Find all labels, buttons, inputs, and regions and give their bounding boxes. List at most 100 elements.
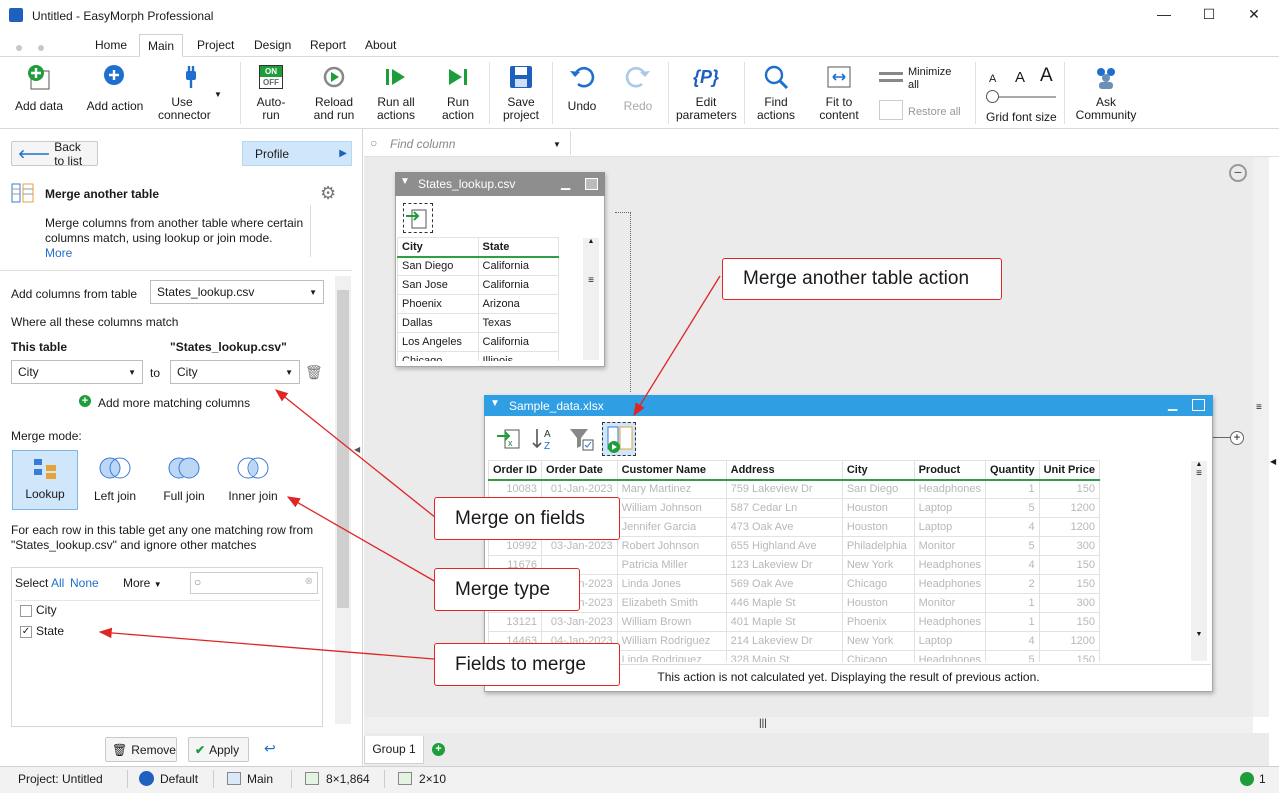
select-all-link[interactable]: All (51, 576, 64, 590)
apply-button[interactable]: ✔ Apply (188, 737, 249, 762)
run-all-button[interactable]: Run all actions (372, 62, 420, 122)
chevron-down-icon[interactable]: ▼ (553, 140, 561, 149)
callout-merge-action: Merge another table action (722, 258, 1002, 300)
add-more-columns-link[interactable]: Add more matching columns (98, 396, 250, 410)
column-header[interactable]: State (477, 237, 559, 258)
tab-project[interactable]: Project (189, 34, 242, 57)
redo-button[interactable]: Redo (618, 62, 658, 113)
back-to-list-button[interactable]: 🡐 Back to list (11, 140, 98, 168)
expand-panel-icon[interactable]: ◀ (1270, 457, 1276, 466)
full-join-button[interactable]: Full join (156, 456, 212, 503)
minimize-button[interactable]: — (1154, 6, 1174, 26)
column-header[interactable]: Quantity (984, 460, 1040, 481)
select-none-link[interactable]: None (70, 576, 99, 590)
tab-group-1[interactable]: Group 1 (364, 736, 424, 764)
minimize-window-icon[interactable]: ▁ (561, 176, 570, 190)
left-join-button[interactable]: Left join (88, 456, 142, 503)
more-menu-button[interactable]: More ▼ (123, 576, 162, 590)
canvas-vscrollbar[interactable] (1253, 157, 1269, 717)
filter-icon[interactable] (568, 426, 596, 452)
column-header[interactable]: Product (913, 460, 986, 481)
ribbon-separator (975, 62, 976, 124)
minimize-window-icon[interactable]: ▁ (1168, 397, 1177, 411)
minimize-all-button[interactable]: Minimize all (908, 66, 960, 92)
tab-design[interactable]: Design (246, 34, 299, 57)
collapse-panel-icon[interactable]: ◀ (354, 445, 360, 454)
scroll-up-icon[interactable]: ▲ (583, 238, 599, 245)
sample-vscrollbar[interactable]: ▲ ≡ ▼ (1191, 461, 1207, 661)
collapse-triangle-icon[interactable]: ▼ (400, 176, 410, 187)
field-search-input[interactable]: ○ ⊗ (190, 572, 318, 594)
use-connector-button[interactable]: Use connector ▼ (158, 62, 224, 122)
table-cell: 5 (984, 498, 1040, 518)
source-table-select[interactable]: States_lookup.csv ▼ (150, 280, 324, 304)
window-title: Untitled - EasyMorph Professional (32, 9, 214, 23)
this-table-column-select[interactable]: City ▼ (11, 360, 143, 384)
find-column-input[interactable]: Find column (390, 137, 455, 151)
column-header[interactable]: Address (725, 460, 843, 481)
edit-parameters-button[interactable]: {P} Edit parameters (676, 62, 737, 122)
maximize-window-icon[interactable] (1192, 399, 1205, 411)
left-panel-scrollbar[interactable] (335, 276, 351, 724)
column-header[interactable]: City (841, 460, 915, 481)
profile-button[interactable]: Profile ▶ (242, 141, 352, 166)
tab-report[interactable]: Report (302, 34, 354, 57)
column-header[interactable]: City (397, 237, 479, 258)
table-header-row: City State (397, 237, 559, 258)
table-cell: William Rodriguez (616, 631, 727, 651)
sort-icon[interactable]: AZ (531, 426, 559, 452)
undo-button[interactable]: Undo (562, 62, 602, 113)
column-header[interactable]: Order ID (488, 460, 543, 481)
gear-icon[interactable]: ⚙ (320, 183, 336, 204)
add-action-button[interactable]: Add action (84, 62, 146, 113)
canvas-hscrollbar[interactable] (364, 717, 1253, 733)
maximize-button[interactable]: ☐ (1199, 6, 1219, 26)
save-project-button[interactable]: Save project (498, 62, 544, 122)
maximize-window-icon[interactable] (585, 178, 598, 190)
collapse-triangle-icon[interactable]: ▼ (490, 398, 500, 409)
add-data-button[interactable]: Add data (12, 62, 66, 113)
tab-main[interactable]: Main (139, 34, 184, 57)
tab-about[interactable]: About (357, 34, 404, 57)
connector-dropdown-icon[interactable]: ▼ (214, 88, 222, 101)
ask-community-button[interactable]: Ask Community (1074, 62, 1138, 122)
checkbox-checked-icon[interactable]: ✓ (20, 625, 32, 638)
column-header[interactable]: Order Date (541, 460, 618, 481)
status-default[interactable]: Default (160, 772, 198, 786)
restore-all-button[interactable]: Restore all (908, 106, 961, 118)
scroll-down-icon[interactable]: ▼ (1191, 631, 1207, 638)
find-actions-button[interactable]: Find actions (752, 62, 800, 122)
more-link[interactable]: More (45, 246, 72, 260)
revert-icon[interactable]: ↩ (264, 740, 276, 757)
import-excel-icon[interactable]: x (495, 426, 521, 452)
redo-label: Redo (623, 99, 653, 113)
scroll-up-icon[interactable]: ▲ (1191, 461, 1207, 468)
tab-home[interactable]: Home (87, 34, 135, 57)
remove-button[interactable]: 🗑 Remove (105, 737, 177, 762)
trash-icon[interactable]: 🗑 (305, 364, 323, 381)
status-main[interactable]: Main (247, 772, 273, 786)
add-group-icon[interactable]: + (432, 743, 445, 756)
other-table-column-select[interactable]: City ▼ (170, 360, 300, 384)
merge-table-action-icon[interactable] (602, 422, 636, 456)
column-header[interactable]: Customer Name (616, 460, 727, 481)
scroll-thumb[interactable] (337, 290, 349, 608)
inner-join-button[interactable]: Inner join (224, 456, 282, 503)
run-action-button[interactable]: Run action (436, 62, 480, 122)
column-header[interactable]: Unit Price (1038, 460, 1100, 481)
close-button[interactable]: ✕ (1244, 6, 1264, 26)
auto-run-button[interactable]: ON OFF Auto-run (252, 62, 290, 122)
add-next-action-icon[interactable]: + (1230, 431, 1244, 445)
import-icon[interactable] (403, 203, 433, 233)
zoom-out-icon[interactable]: − (1229, 164, 1247, 182)
fit-to-content-button[interactable]: Fit to content (814, 62, 864, 122)
states-vscrollbar[interactable]: ▲ ≡ (583, 238, 599, 360)
checkbox-icon[interactable] (20, 604, 32, 617)
lookup-mode-button[interactable]: Lookup (12, 450, 78, 510)
reload-run-button[interactable]: Reload and run (310, 62, 358, 122)
clear-icon[interactable]: ⊗ (305, 576, 313, 587)
font-size-slider-thumb[interactable] (986, 90, 999, 103)
field-item-state[interactable]: ✓ State (20, 624, 64, 638)
field-item-city[interactable]: City (20, 603, 57, 617)
ribbon-separator (668, 62, 669, 124)
